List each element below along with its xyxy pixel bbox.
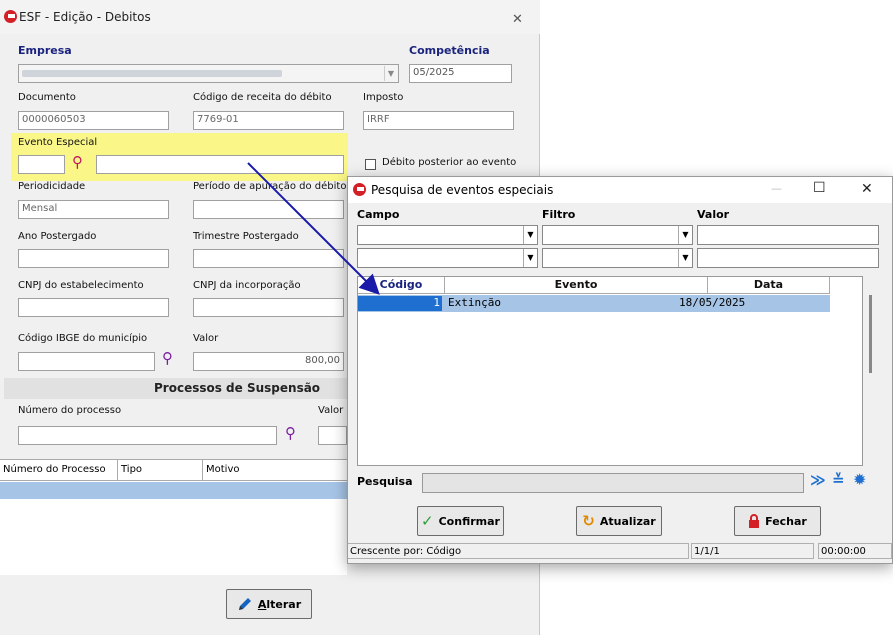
annotation-arrow [247, 162, 380, 295]
